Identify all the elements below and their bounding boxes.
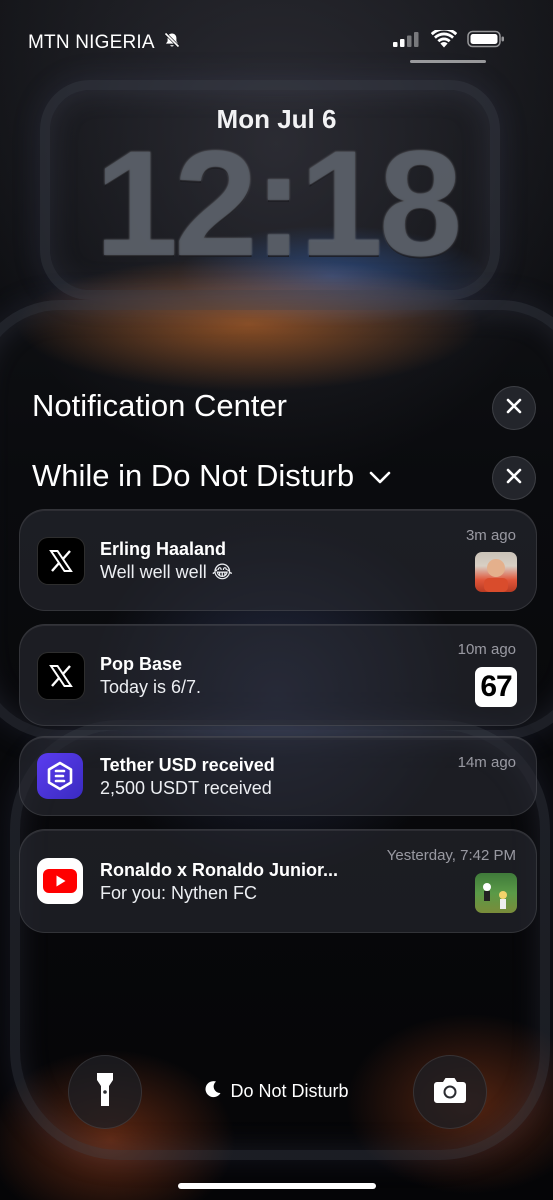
status-underline <box>410 60 486 63</box>
clear-dnd-group-button[interactable] <box>492 456 536 500</box>
status-icons <box>393 27 505 53</box>
notification-title: Ronaldo x Ronaldo Junior... <box>100 860 339 880</box>
clear-notification-center-button[interactable] <box>492 386 536 430</box>
notification-time: 10m ago <box>457 641 516 658</box>
bell-slash-icon <box>163 31 181 55</box>
signal-icon <box>393 31 421 52</box>
close-icon <box>506 398 522 419</box>
camera-button[interactable] <box>413 1055 487 1129</box>
notification-thumbnail <box>475 873 517 913</box>
notification-card[interactable]: Tether USD received 2,500 USDT received … <box>19 736 537 816</box>
notification-title: Tether USD received <box>100 755 275 775</box>
notification-time: 14m ago <box>457 754 516 771</box>
notification-card[interactable]: Ronaldo x Ronaldo Junior... For you: Nyt… <box>19 829 537 933</box>
notification-card[interactable]: Erling Haaland Well well well 😂 3m ago <box>19 509 537 611</box>
notification-center-title: Notification Center <box>32 388 288 423</box>
carrier: MTN NIGERIA <box>28 31 181 55</box>
chevron-down-icon <box>368 458 392 494</box>
battery-icon <box>467 30 505 53</box>
home-indicator[interactable] <box>178 1183 376 1189</box>
moon-icon <box>204 1080 222 1103</box>
status-bar: MTN NIGERIA <box>0 0 553 80</box>
lock-screen: MTN NIGERIA Mon Jul 6 12:18 Notification… <box>0 0 553 1200</box>
notification-time: 3m ago <box>465 527 516 544</box>
carrier-label: MTN NIGERIA <box>28 32 155 53</box>
lock-time: 12:18 <box>94 119 463 287</box>
notification-thumbnail: 67 <box>475 667 517 707</box>
close-icon <box>506 468 522 489</box>
notification-title: Pop Base <box>100 654 183 674</box>
notification-body: Today is 6/7. <box>100 677 202 697</box>
notification-body: 2,500 USDT received <box>100 778 272 798</box>
x-icon <box>37 537 85 585</box>
notification-title: Erling Haaland <box>100 539 227 559</box>
camera-icon <box>433 1076 467 1109</box>
tether-icon <box>37 753 83 799</box>
notification-card[interactable]: Pop Base Today is 6/7. 10m ago 67 <box>19 624 537 726</box>
notification-body: Well well well 😂 <box>100 562 233 582</box>
wifi-icon <box>430 27 458 53</box>
dnd-group-title: While in Do Not Disturb <box>32 458 355 493</box>
youtube-icon <box>37 858 83 904</box>
x-icon <box>37 652 85 700</box>
notification-thumbnail <box>475 552 517 592</box>
notification-time: Yesterday, 7:42 PM <box>386 847 516 864</box>
dnd-group-header[interactable]: While in Do Not Disturb <box>32 458 392 494</box>
focus-mode-label: Do Not Disturb <box>230 1081 349 1101</box>
notification-body: For you: Nythen FC <box>100 883 258 903</box>
